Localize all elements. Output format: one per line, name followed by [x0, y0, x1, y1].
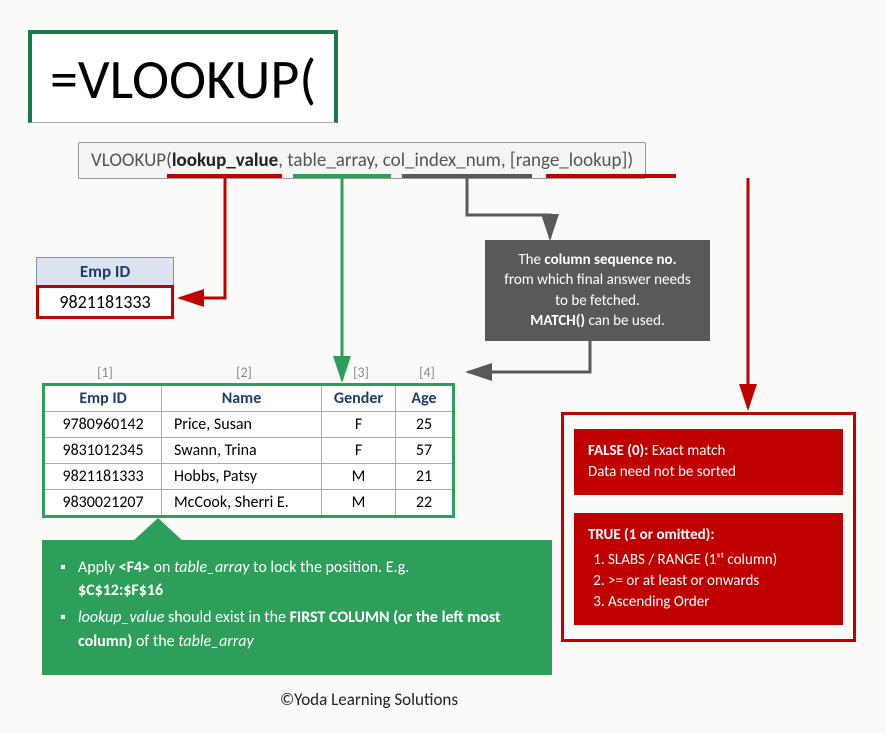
copyright-text: ©Yoda Learning Solutions: [280, 689, 458, 710]
table-array-callout: Apply <F4> on table_array to lock the po…: [42, 540, 552, 675]
empid-header: Emp ID: [36, 257, 174, 286]
table-row[interactable]: 9830021207McCook, Sherri E.M22: [44, 490, 454, 517]
table-row[interactable]: 9821181333Hobbs, PatsyM21: [44, 464, 454, 490]
true-panel: TRUE (1 or omitted): SLABS / RANGE (1ˢᵗ …: [574, 513, 843, 625]
column-index-labels: [1] [2] [3] [4]: [46, 364, 456, 381]
table-header-row: Emp ID Name Gender Age: [44, 385, 454, 412]
table-row[interactable]: 9780960142Price, SusanF25: [44, 412, 454, 438]
underline-col-index: [402, 174, 532, 178]
col-index-callout: The column sequence no. from which final…: [485, 240, 710, 341]
underline-range-lookup: [546, 174, 676, 178]
employee-table[interactable]: Emp ID Name Gender Age 9780960142Price, …: [42, 383, 455, 518]
formula-text: =VLOOKUP(: [50, 46, 316, 114]
range-lookup-callout: FALSE (0): Exact match Data need not be …: [561, 412, 856, 642]
underline-table-array: [293, 174, 391, 178]
empid-cell[interactable]: 9821181333: [36, 285, 174, 319]
false-panel: FALSE (0): Exact match Data need not be …: [574, 429, 843, 495]
underline-lookup-value: [167, 174, 282, 178]
table-row[interactable]: 9831012345Swann, TrinaF57: [44, 438, 454, 464]
formula-bar[interactable]: =VLOOKUP(: [28, 30, 338, 123]
